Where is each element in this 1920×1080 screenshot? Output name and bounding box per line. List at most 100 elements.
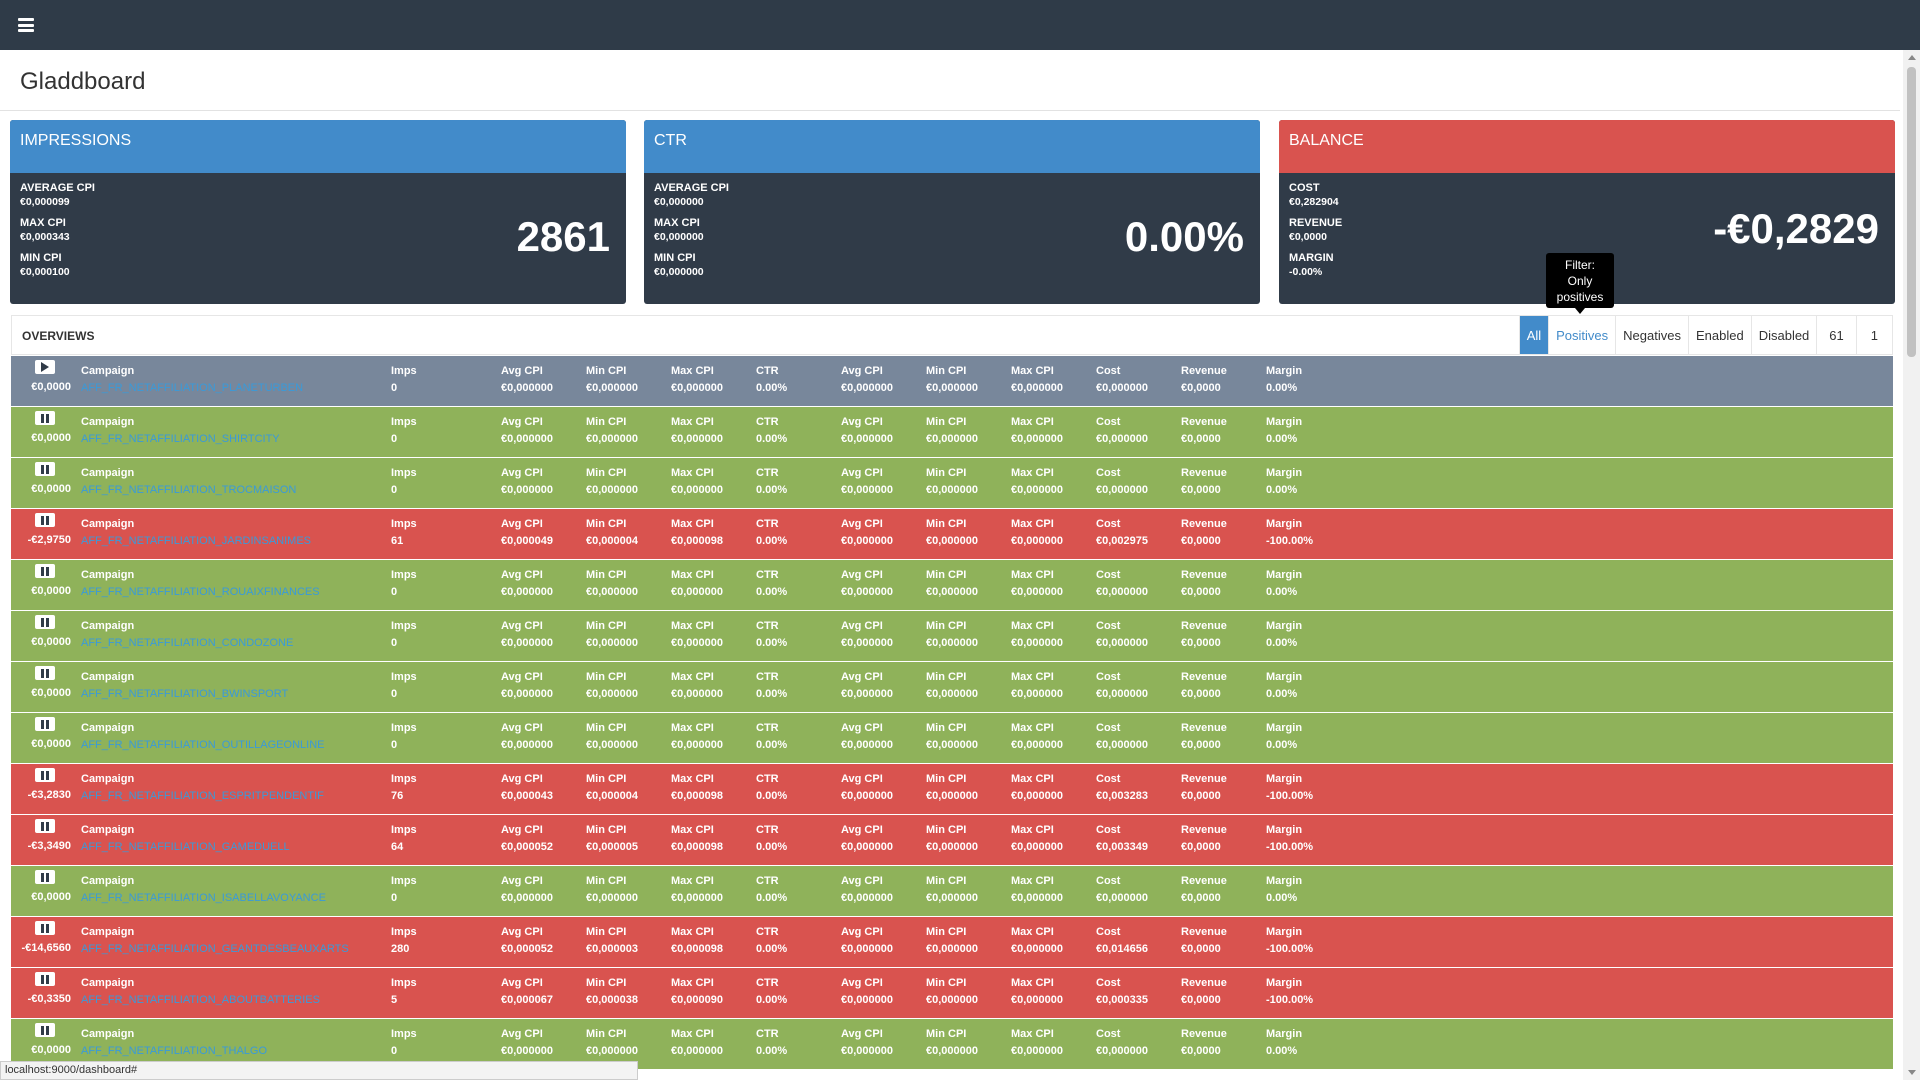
avg-cpi-cell: Avg CPI €0,000000 (501, 363, 553, 397)
pause-icon[interactable] (35, 462, 55, 476)
cell-value: €0,000098 (671, 943, 723, 955)
filter-negatives-button[interactable]: Negatives (1615, 316, 1688, 354)
cell-label: Max CPI (671, 1028, 714, 1040)
filter-enabled-button[interactable]: Enabled (1687, 316, 1751, 354)
campaign-link[interactable]: AFF_FR_NETAFFILIATION_OUTILLAGEONLINE (81, 737, 324, 754)
cell-label: Avg CPI (841, 518, 883, 530)
campaign-label: Campaign (81, 824, 135, 836)
scroll-thumb[interactable] (1907, 67, 1916, 357)
cell-value: €0,000005 (586, 841, 638, 853)
campaign-link[interactable]: AFF_FR_NETAFFILIATION_ESPRITPENDENTIF (81, 788, 324, 805)
min-cpi2-cell: Min CPI €0,000000 (926, 567, 978, 601)
campaign-link[interactable]: AFF_FR_NETAFFILIATION_ISABELLAVOYANCE (81, 890, 326, 907)
ctr-cell: CTR 0.00% (756, 975, 787, 1009)
cell-value: €0,003349 (1096, 841, 1148, 853)
pause-icon[interactable] (35, 768, 55, 782)
hamburger-icon[interactable] (18, 18, 34, 32)
scrollbar[interactable] (1903, 50, 1920, 1080)
pause-icon[interactable] (35, 1023, 55, 1037)
cell-value: €0,000000 (841, 892, 893, 904)
cell-value: €0,000000 (841, 433, 893, 445)
cell-label: Max CPI (671, 722, 714, 734)
margin-cell: Margin 0.00% (1266, 720, 1302, 754)
avg-cpi2-cell: Avg CPI €0,000000 (841, 975, 893, 1009)
campaign-link[interactable]: AFF_FR_NETAFFILIATION_GAMEDUELL (81, 839, 290, 856)
margin-cell: Margin -100.00% (1266, 975, 1313, 1009)
campaign-link[interactable]: AFF_FR_NETAFFILIATION_JARDINSANIMES (81, 533, 311, 550)
pause-icon[interactable] (35, 870, 55, 884)
cell-label: Avg CPI (841, 875, 883, 887)
cell-value: €0,000000 (671, 688, 723, 700)
cell-value: €0,000000 (671, 892, 723, 904)
max-cpi2-cell: Max CPI €0,000000 (1011, 567, 1063, 601)
pause-icon[interactable] (35, 564, 55, 578)
filter-disabled-button[interactable]: Disabled (1750, 316, 1817, 354)
row-balance: €0,0000 (31, 738, 71, 750)
cell-label: Margin (1266, 671, 1303, 683)
min-cpi2-cell: Min CPI €0,000000 (926, 618, 978, 652)
cell-value: 0.00% (756, 892, 788, 904)
campaign-link[interactable]: AFF_FR_NETAFFILIATION_ROUAIXFINANCES (81, 584, 320, 601)
pause-icon[interactable] (35, 513, 55, 527)
campaign-link[interactable]: AFF_FR_NETAFFILIATION_GEANTDESBEAUXARTS (81, 941, 349, 958)
cell-value: €0,000000 (926, 535, 978, 547)
cell-value: €0,0000 (1181, 688, 1221, 700)
pause-icon[interactable] (35, 666, 55, 680)
cell-value: €0,000000 (1011, 433, 1063, 445)
campaign-link[interactable]: AFF_FR_NETAFFILIATION_ABOUTBATTERIES (81, 992, 320, 1009)
min-cpi2-cell: Min CPI €0,000000 (926, 822, 978, 856)
pause-icon[interactable] (35, 615, 55, 629)
cell-value: €0,000000 (1011, 994, 1063, 1006)
cell-label: Imps (391, 467, 417, 479)
cost-cell: Cost €0,003283 (1096, 771, 1148, 805)
imps-cell: Imps 0 (391, 669, 417, 703)
revenue-cell: Revenue €0,0000 (1181, 822, 1227, 856)
campaign-link[interactable]: AFF_FR_NETAFFILIATION_BWINSPORT (81, 686, 288, 703)
min-cpi-cell: Min CPI €0,000038 (586, 975, 638, 1009)
imps-cell: Imps 0 (391, 720, 417, 754)
cell-value: €0,000000 (1096, 586, 1148, 598)
campaign-cell: Campaign AFF_FR_NETAFFILIATION_ABOUTBATTE… (81, 975, 320, 1009)
filter-all-button[interactable]: All (1518, 316, 1549, 354)
pause-icon[interactable] (35, 972, 55, 986)
margin-cell: Margin 0.00% (1266, 567, 1302, 601)
filter-positives-button[interactable]: Positives (1548, 316, 1615, 354)
tooltip-line: Filter: (1565, 258, 1595, 272)
margin-cell: Margin 0.00% (1266, 1026, 1302, 1060)
cell-label: Imps (391, 416, 417, 428)
revenue-cell: Revenue €0,0000 (1181, 567, 1227, 601)
margin-cell: Margin -100.00% (1266, 924, 1313, 958)
cell-value: €0,000000 (586, 688, 638, 700)
play-icon[interactable] (35, 360, 55, 374)
cell-label: Min CPI (586, 416, 627, 428)
cell-value: €0,000000 (586, 484, 638, 496)
table-row: €0,0000 Campaign AFF_FR_NETAFFILIATION_ISA… (11, 866, 1893, 917)
max-cpi2-cell: Max CPI €0,000000 (1011, 363, 1063, 397)
pause-icon[interactable] (35, 717, 55, 731)
cell-label: Revenue (1181, 467, 1227, 479)
imps-cell: Imps 64 (391, 822, 417, 856)
campaign-link[interactable]: AFF_FR_NETAFFILIATION_SHIRTCITY (81, 431, 280, 448)
cell-value: €0,000000 (586, 892, 638, 904)
campaign-label: Campaign (81, 722, 135, 734)
cell-label: Cost (1096, 722, 1121, 734)
cell-label: Min CPI (586, 977, 627, 989)
scroll-down-icon[interactable] (1908, 1070, 1916, 1075)
cell-label: Max CPI (1011, 1028, 1054, 1040)
pause-icon[interactable] (35, 921, 55, 935)
revenue-cell: Revenue €0,0000 (1181, 618, 1227, 652)
ctr-cell: CTR 0.00% (756, 1026, 787, 1060)
card-big-value: -€0,2829 (1713, 205, 1879, 252)
campaign-link[interactable]: AFF_FR_NETAFFILIATION_PLANETURBEN (81, 380, 303, 397)
campaign-link[interactable]: AFF_FR_NETAFFILIATION_CONDOZONE (81, 635, 293, 652)
page-button[interactable]: 1 (1855, 316, 1892, 354)
scroll-up-icon[interactable] (1908, 55, 1916, 60)
cell-value: 0 (391, 484, 398, 496)
cell-label: CTR (756, 416, 779, 428)
campaign-link[interactable]: AFF_FR_NETAFFILIATION_TROCMAISON (81, 482, 296, 499)
count-badge[interactable]: 61 (1816, 316, 1855, 354)
cell-value: €0,0000 (1181, 535, 1221, 547)
pause-icon[interactable] (35, 819, 55, 833)
campaign-link[interactable]: AFF_FR_NETAFFILIATION_THALGO (81, 1043, 267, 1060)
pause-icon[interactable] (35, 411, 55, 425)
